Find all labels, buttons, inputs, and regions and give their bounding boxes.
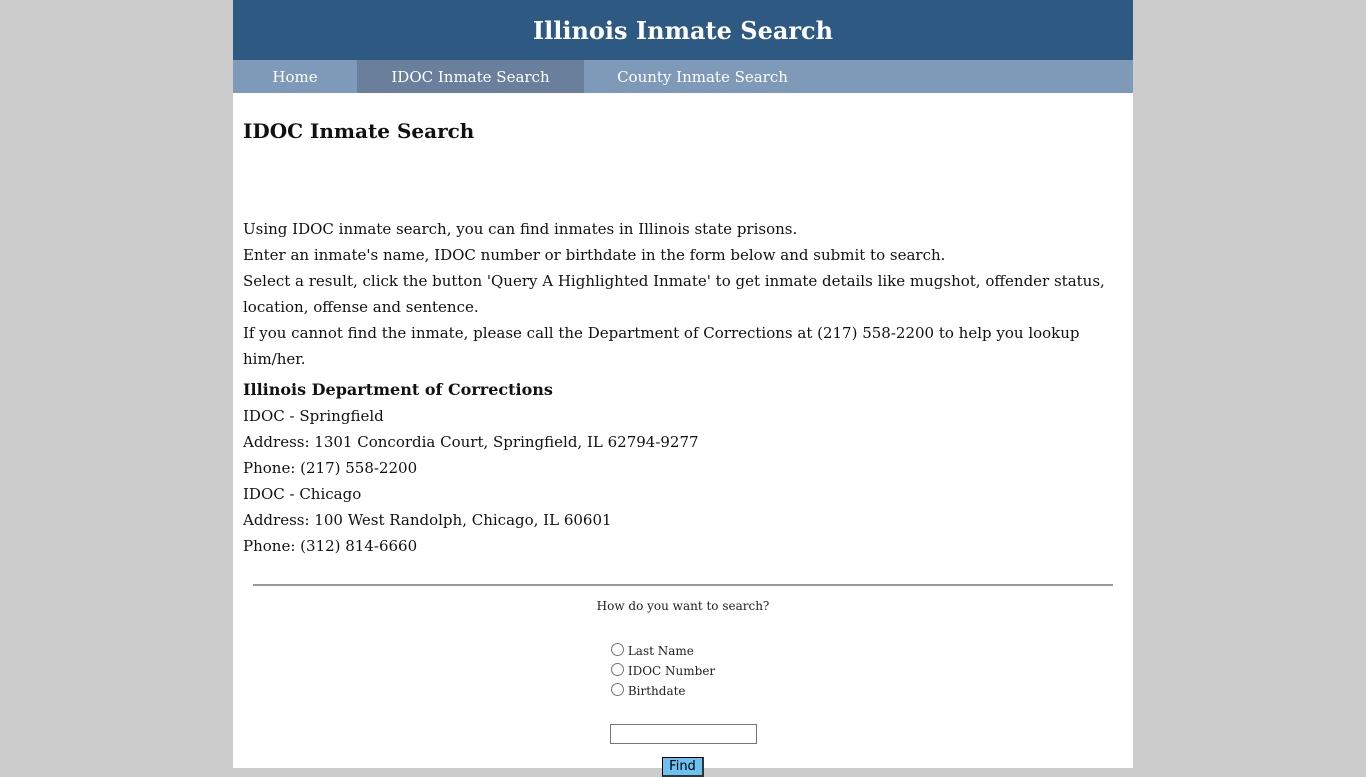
intro-paragraph: Using IDOC inmate search, you can find i… [243, 220, 798, 238]
intro-paragraph: Select a result, click the button 'Query… [243, 272, 1105, 316]
radio-birthdate[interactable] [610, 682, 624, 696]
option-birthdate[interactable]: Birthdate [610, 681, 715, 701]
page-container: Illinois Inmate Search Home IDOC Inmate … [233, 0, 1133, 777]
site-title: Illinois Inmate Search [532, 15, 834, 45]
intro-text: Using IDOC inmate search, you can find i… [243, 216, 1123, 372]
search-input[interactable] [609, 724, 757, 744]
department-line: Phone: (217) 558-2200 [243, 459, 418, 477]
main-nav: Home IDOC Inmate Search County Inmate Se… [233, 60, 1133, 93]
search-form: How do you want to search? Last Name IDO… [233, 598, 1133, 777]
department-line: Phone: (312) 814-6660 [243, 537, 418, 555]
nav-item-idoc-inmate-search[interactable]: IDOC Inmate Search [357, 60, 584, 93]
search-question: How do you want to search? [596, 599, 770, 613]
option-idoc-number[interactable]: IDOC Number [610, 661, 716, 681]
find-button[interactable]: Find [662, 757, 704, 777]
option-label: IDOC Number [627, 664, 716, 678]
intro-paragraph: If you cannot find the inmate, please ca… [243, 324, 1080, 368]
radio-idoc-number[interactable] [610, 662, 624, 676]
department-info: Illinois Department of Corrections IDOC … [243, 377, 1123, 559]
search-type-options: Last Name IDOC Number Birthdate [610, 641, 716, 701]
option-label: Last Name [627, 644, 694, 658]
department-line: Address: 1301 Concordia Court, Springfie… [243, 433, 699, 451]
site-header: Illinois Inmate Search [233, 0, 1133, 60]
option-last-name[interactable]: Last Name [610, 641, 715, 661]
nav-item-home[interactable]: Home [233, 60, 357, 93]
main-content: IDOC Inmate Search Using IDOC inmate sea… [233, 119, 1133, 559]
nav-item-county-inmate-search[interactable]: County Inmate Search [584, 60, 821, 93]
department-title: Illinois Department of Corrections [243, 380, 553, 399]
department-line: IDOC - Chicago [243, 485, 362, 503]
department-line: Address: 100 West Randolph, Chicago, IL … [243, 511, 612, 529]
intro-paragraph: Enter an inmate's name, IDOC number or b… [243, 246, 946, 264]
department-line: IDOC - Springfield [243, 407, 384, 425]
page-title: IDOC Inmate Search [243, 119, 475, 143]
radio-last-name[interactable] [610, 642, 624, 656]
divider [253, 584, 1113, 586]
option-label: Birthdate [627, 684, 686, 698]
